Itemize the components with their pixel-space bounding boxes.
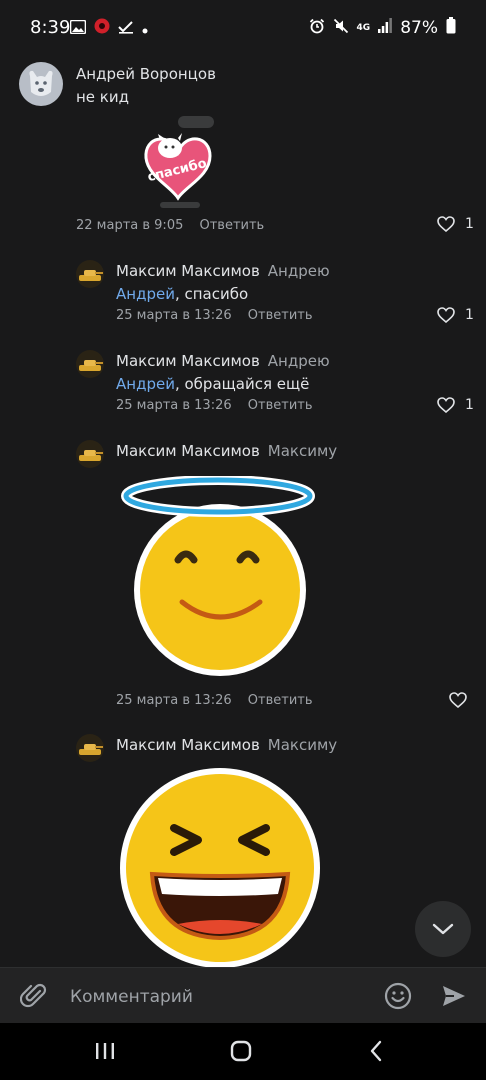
comment-date: 25 марта в 13:26 [116,308,232,323]
like-count: 1 [465,397,474,413]
reply-to-name[interactable]: Андрею [268,262,330,280]
task-done-icon [118,19,134,39]
like-button[interactable]: 1 [437,307,474,323]
like-count: 1 [465,216,474,232]
comment-date: 25 марта в 13:26 [116,693,232,708]
tank-avatar-icon [79,360,103,371]
comment-author: Максим Максимов Андрею [116,262,330,280]
comment-item: Андрей Воронцов не кид спасибо 22 марта … [0,56,486,246]
comment-item: Максим Максимов Максиму 25 марта в 13:26 … [0,436,486,722]
scroll-down-button[interactable] [415,901,471,957]
reply-button[interactable]: Ответить [248,398,313,413]
author-name[interactable]: Максим Максимов [116,352,260,370]
network-type-label: 4G [356,22,371,33]
heart-icon [437,397,455,413]
comment-item: Максим Максимов Максиму [0,730,486,967]
heart-icon [437,307,455,323]
author-name[interactable]: Максим Максимов [116,736,260,754]
like-button[interactable] [449,692,477,708]
like-button[interactable]: 1 [437,216,474,232]
like-count: 1 [465,307,474,323]
heart-icon [449,692,467,708]
tank-avatar-icon [79,744,103,755]
sticker-thank-you: спасибо [140,114,216,210]
tank-avatar-icon [79,450,103,461]
sticker-angel-smiley [120,475,320,676]
send-icon[interactable] [440,982,468,1014]
avatar[interactable] [76,734,104,762]
comment-input[interactable] [68,982,362,1012]
like-button[interactable]: 1 [437,397,474,413]
sticker-laughing-smiley [118,766,322,967]
comment-date: 22 марта в 9:05 [76,218,184,233]
reply-to-name[interactable]: Максиму [268,442,337,460]
reply-to-name[interactable]: Андрею [268,352,330,370]
comment-text-rest: , спасибо [174,285,249,303]
back-icon[interactable] [368,1040,384,1066]
reply-button[interactable]: Ответить [248,308,313,323]
status-bar: 8:39 4G 87% [0,0,486,56]
comment-date: 25 марта в 13:26 [116,398,232,413]
status-time: 8:39 [30,17,71,38]
comment-meta: 22 марта в 9:05 Ответить [76,218,264,233]
comment-item: Максим Максимов Андрею Андрей, обращайся … [0,346,486,426]
author-name[interactable]: Максим Максимов [116,262,260,280]
alarm-icon [309,18,325,39]
avatar[interactable] [19,62,63,106]
comment-author: Максим Максимов Максиму [116,442,337,460]
mute-icon [333,18,349,39]
mention-link[interactable]: Андрей [116,375,175,393]
comment-text: Андрей, обращайся ещё [116,375,309,393]
reply-button[interactable]: Ответить [248,693,313,708]
comment-meta: 25 марта в 13:26 Ответить [116,308,313,323]
battery-percent: 87% [400,18,438,38]
battery-icon [446,17,456,39]
avatar[interactable] [76,350,104,378]
reply-to-name[interactable]: Максиму [268,736,337,754]
avatar[interactable] [76,260,104,288]
mention-link[interactable]: Андрей [116,285,175,303]
emoji-icon[interactable] [384,982,412,1014]
comment-meta: 25 марта в 13:26 Ответить [116,693,313,708]
comment-item: Максим Максимов Андрею Андрей, спасибо 25… [0,256,486,336]
comment-author: Максим Максимов Максиму [116,736,337,754]
recent-apps-icon[interactable] [94,1041,116,1065]
default-avatar-dog-icon [29,70,53,96]
heart-icon [437,216,455,232]
app-notification-icon [94,18,110,39]
reply-button[interactable]: Ответить [200,218,265,233]
comment-text: Андрей, спасибо [116,285,248,303]
chevron-down-icon [432,923,454,935]
comment-text: не кид [76,88,129,106]
comment-meta: 25 марта в 13:26 Ответить [116,398,313,413]
signal-icon [378,18,393,38]
author-name[interactable]: Максим Максимов [116,442,260,460]
comment-author: Максим Максимов Андрею [116,352,330,370]
avatar[interactable] [76,440,104,468]
comment-composer [0,967,486,1024]
home-icon[interactable] [230,1040,252,1066]
tank-avatar-icon [79,270,103,281]
attach-icon[interactable] [19,982,48,1014]
comment-author[interactable]: Андрей Воронцов [76,65,216,83]
comment-text-rest: , обращайся ещё [174,375,310,393]
system-navigation-bar [0,1023,486,1080]
gallery-notification-icon [69,19,87,39]
more-notifications-dot-icon [142,19,148,39]
